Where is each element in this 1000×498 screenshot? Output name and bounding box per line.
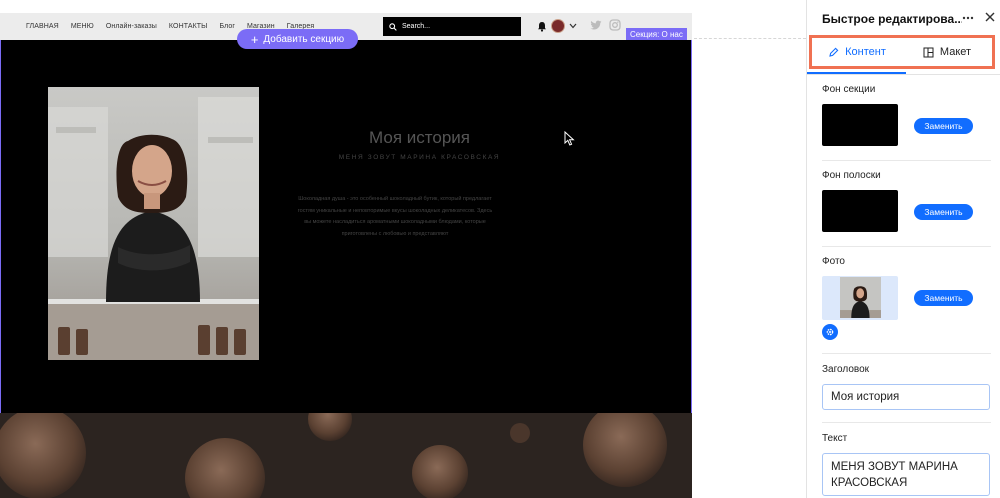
nav-item-menu[interactable]: МЕНЮ [71, 23, 94, 30]
text-label: Текст [822, 433, 848, 444]
separator [822, 353, 991, 354]
nav-item-home[interactable]: ГЛАВНАЯ [26, 23, 59, 30]
separator [822, 246, 991, 247]
tab-content[interactable]: Контент [812, 38, 902, 66]
separator [822, 160, 991, 161]
about-body-text[interactable]: Шоколадная душа - это особенный шоколадн… [297, 194, 493, 240]
layout-icon [923, 47, 934, 57]
about-section[interactable]: Моя история МЕНЯ ЗОВУТ МАРИНА КРАСОВСКАЯ… [0, 40, 692, 413]
replace-strip-bg-button[interactable]: Заменить [914, 204, 973, 220]
heading-label: Заголовок [822, 364, 870, 375]
site-search-box[interactable]: Search... [383, 17, 521, 36]
chevron-down-icon[interactable] [569, 23, 577, 29]
panel-title: Быстрое редактирова... [822, 12, 962, 26]
avatar[interactable] [551, 19, 565, 33]
separator [822, 422, 991, 423]
panel-tabs: Контент Макет [809, 35, 995, 69]
strip-bg-swatch[interactable] [822, 190, 898, 232]
photo-label: Фото [822, 256, 845, 267]
search-icon [389, 22, 397, 31]
section-bg-label: Фон секции [822, 84, 876, 95]
chef-photo-image [48, 87, 259, 360]
replace-photo-button[interactable]: Заменить [914, 290, 973, 306]
text-input[interactable]: МЕНЯ ЗОВУТ МАРИНА КРАСОВСКАЯ [822, 453, 990, 496]
twitter-icon[interactable] [590, 20, 602, 31]
truffle-strip[interactable] [0, 413, 692, 498]
truffle-image [0, 413, 692, 498]
tab-layout-label: Макет [939, 46, 972, 58]
photo-thumbnail [840, 277, 881, 318]
quick-edit-panel: Быстрое редактирова... Контент Макет Фон… [806, 0, 1000, 498]
nav-item-online-orders[interactable]: Онлайн-заказы [106, 23, 157, 30]
editor-canvas[interactable]: ГЛАВНАЯ МЕНЮ Онлайн-заказы КОНТАКТЫ Блог… [0, 0, 806, 498]
about-subtitle[interactable]: МЕНЯ ЗОВУТ МАРИНА КРАСОВСКАЯ [261, 154, 578, 161]
heading-input[interactable]: Моя история [822, 384, 990, 410]
strip-bg-label: Фон полоски [822, 170, 881, 181]
add-section-button[interactable]: + Добавить секцию [237, 29, 358, 49]
gear-icon [826, 328, 834, 336]
photo-thumbnail-box[interactable] [822, 276, 898, 320]
nav-item-blog[interactable]: Блог [219, 23, 235, 30]
add-section-label: Добавить секцию [263, 33, 345, 45]
more-icon[interactable] [962, 12, 974, 24]
bell-icon[interactable] [537, 21, 547, 32]
photo-settings-button[interactable] [822, 324, 838, 340]
chef-photo[interactable] [48, 87, 259, 360]
replace-section-bg-button[interactable]: Заменить [914, 118, 973, 134]
about-title[interactable]: Моя история [261, 128, 578, 148]
cursor-icon [564, 131, 575, 146]
search-placeholder: Search... [402, 23, 431, 30]
instagram-icon[interactable] [609, 19, 621, 31]
section-bg-swatch[interactable] [822, 104, 898, 146]
pencil-icon [829, 47, 839, 57]
guide-line [694, 38, 806, 39]
tab-layout[interactable]: Макет [902, 38, 992, 66]
tabs-divider [807, 74, 1000, 75]
plus-icon: + [250, 31, 259, 47]
nav-item-contacts[interactable]: КОНТАКТЫ [169, 23, 208, 30]
close-icon[interactable] [985, 12, 995, 22]
tab-content-label: Контент [845, 46, 886, 58]
